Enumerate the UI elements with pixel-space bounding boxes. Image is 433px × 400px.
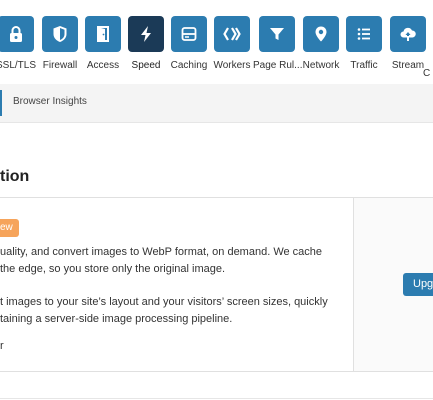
nav-button-workers[interactable] [214,16,250,52]
description-line: the edge, so you store only the original… [0,263,226,275]
description-line: taining a server-side image processing p… [0,313,233,325]
subnav-item-browser-insights[interactable]: Browser Insights [13,96,87,107]
nav-label-partial: C [423,68,431,79]
description-paragraph-3: r [0,340,4,352]
workers-icon [223,27,241,41]
new-badge: ew [0,219,19,237]
section-title: tion [0,168,30,185]
shield-icon [53,26,67,42]
description-line: uality, and convert images to WebP forma… [0,246,323,258]
nav-button-stream[interactable] [390,16,426,52]
description-line: t images to your site’s layout and your … [0,296,328,308]
nav-item-page-rules[interactable]: Page Rul... [253,16,303,71]
filter-icon [270,28,284,40]
nav-button-firewall[interactable] [42,16,78,52]
nav-label-workers: Workers [213,60,251,71]
door-icon [97,26,109,42]
nav-button-network[interactable] [303,16,339,52]
description-paragraph-1: uality, and convert images to WebP forma… [0,244,322,278]
nav-item-traffic[interactable]: Traffic [340,16,388,71]
location-pin-icon [315,26,327,42]
list-icon [357,28,370,40]
nav-button-access[interactable] [85,16,121,52]
lightning-icon [141,26,151,42]
upgrade-button[interactable]: Upg [403,273,433,296]
nav-label-speed: Speed [131,60,161,71]
nav-button-ssl-tls[interactable] [0,16,34,52]
nav-item-ssl-tls[interactable]: SSL/TLS [0,16,40,71]
section-divider [0,398,433,399]
nav-button-speed[interactable] [128,16,164,52]
cloud-upload-icon [400,27,416,41]
nav-label-access: Access [86,60,120,71]
nav-label-network: Network [302,60,340,71]
nav-button-caching[interactable] [171,16,207,52]
nav-button-page-rules[interactable] [259,16,295,52]
nav-label-firewall: Firewall [42,60,78,71]
nav-item-firewall[interactable]: Firewall [36,16,84,71]
nav-item-partial[interactable]: C [423,16,433,79]
nav-label-traffic: Traffic [350,60,378,71]
nav-item-caching[interactable]: Caching [165,16,213,71]
description-paragraph-2: t images to your site’s layout and your … [0,294,328,328]
card-border-bottom [0,371,433,372]
nav-label-caching: Caching [170,60,208,71]
nav-label-ssl-tls: SSL/TLS [0,60,37,71]
nav-item-network[interactable]: Network [297,16,345,71]
sub-navigation: Browser Insights [0,84,433,123]
nav-item-speed[interactable]: Speed [122,16,170,71]
nav-button-traffic[interactable] [346,16,382,52]
top-navigation: SSL/TLS Firewall Access Speed [0,0,433,84]
nav-label-page-rules: Page Rul... [253,60,303,71]
lock-icon [10,26,22,42]
subnav-active-indicator [0,90,2,116]
nav-item-access[interactable]: Access [79,16,127,71]
server-icon [181,27,197,41]
nav-item-workers[interactable]: Workers [208,16,256,71]
